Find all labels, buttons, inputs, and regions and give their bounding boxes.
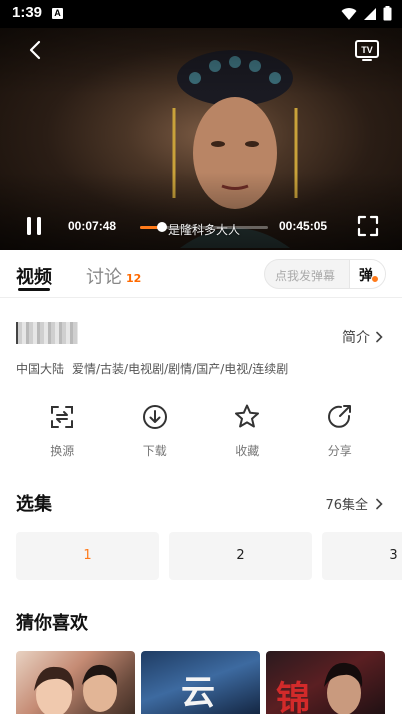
- episode-item[interactable]: 3: [322, 532, 402, 580]
- switch-source-label: 换源: [50, 444, 75, 458]
- pause-icon[interactable]: [22, 214, 46, 238]
- recommend-poster[interactable]: 云: [141, 651, 260, 714]
- fullscreen-icon[interactable]: [356, 214, 380, 238]
- video-player[interactable]: TV 00:07:48 是隆科多大人 00:45:05: [0, 28, 402, 250]
- chevron-right-icon: [376, 331, 383, 343]
- show-title-redacted: [16, 322, 78, 344]
- active-tab-indicator: [18, 288, 50, 291]
- total-time: 00:45:05: [279, 219, 328, 233]
- share-button[interactable]: 分享: [294, 402, 387, 464]
- switch-source-button[interactable]: 换源: [16, 402, 109, 464]
- poster-image: [324, 662, 363, 714]
- share-label: 分享: [327, 444, 352, 458]
- detail-tabs: 视频 讨论 12 点我发弹幕 弹: [0, 250, 402, 298]
- tv-cast-icon[interactable]: TV: [354, 38, 380, 62]
- notification-badge-icon: A: [52, 8, 63, 19]
- status-icons: [341, 6, 392, 21]
- chevron-right-icon: [376, 498, 383, 509]
- battery-icon: [383, 6, 392, 21]
- intro-link[interactable]: 简介: [342, 327, 384, 347]
- download-label: 下载: [142, 444, 167, 458]
- back-icon[interactable]: [24, 38, 48, 62]
- episodes-more-link[interactable]: 76集全: [325, 494, 384, 513]
- video-overlay: [0, 28, 402, 250]
- switch-source-icon: [51, 406, 74, 428]
- danmu-status-dot-icon: [371, 275, 379, 283]
- episodes-count: 76集全: [325, 498, 368, 513]
- recommend-title: 猜你喜欢: [16, 613, 88, 634]
- poster-image: [34, 664, 118, 714]
- intro-label: 简介: [342, 330, 370, 346]
- favorite-label: 收藏: [235, 444, 260, 458]
- status-time: 1:39: [12, 4, 43, 21]
- danmu-toggle-button[interactable]: 弹: [349, 260, 385, 288]
- danmu-input[interactable]: 点我发弹幕: [275, 267, 335, 284]
- svg-text:TV: TV: [361, 45, 373, 55]
- show-tags: 中国大陆 爱情/古装/电视剧/剧情/国产/电视/连续剧: [16, 360, 288, 377]
- recommend-poster[interactable]: 锦: [266, 651, 385, 714]
- episode-item[interactable]: 1: [16, 532, 159, 580]
- share-icon: [327, 405, 351, 428]
- danmaku-comment: 是隆科多大人: [168, 223, 241, 237]
- danmu-input-box[interactable]: 点我发弹幕 弹: [264, 259, 386, 289]
- episode-item[interactable]: 2: [169, 532, 312, 580]
- favorite-button[interactable]: 收藏: [201, 402, 294, 464]
- action-bar: 换源 下载 收藏 分享: [16, 402, 386, 464]
- recommend-list: 云 锦: [16, 651, 402, 714]
- region-tag: 中国大陆: [16, 362, 65, 376]
- tab-video[interactable]: 视频: [16, 263, 52, 289]
- recommend-poster[interactable]: [16, 651, 135, 714]
- episode-list: 1 2 3: [16, 532, 402, 580]
- download-button[interactable]: 下载: [109, 402, 202, 464]
- tab-discuss[interactable]: 讨论: [86, 263, 122, 289]
- poster-title-art: 云: [181, 673, 215, 713]
- signal-icon: [364, 7, 376, 20]
- genre-tags: 爱情/古装/电视剧/剧情/国产/电视/连续剧: [72, 362, 289, 376]
- wifi-icon: [341, 7, 357, 20]
- status-bar: 1:39 A: [0, 0, 402, 28]
- episodes-title: 选集: [16, 494, 52, 515]
- discuss-count-badge: 12: [126, 272, 142, 285]
- star-icon: [235, 404, 260, 428]
- danmu-button-label: 弹: [359, 268, 373, 284]
- current-time: 00:07:48: [68, 219, 117, 233]
- download-icon: [142, 405, 167, 429]
